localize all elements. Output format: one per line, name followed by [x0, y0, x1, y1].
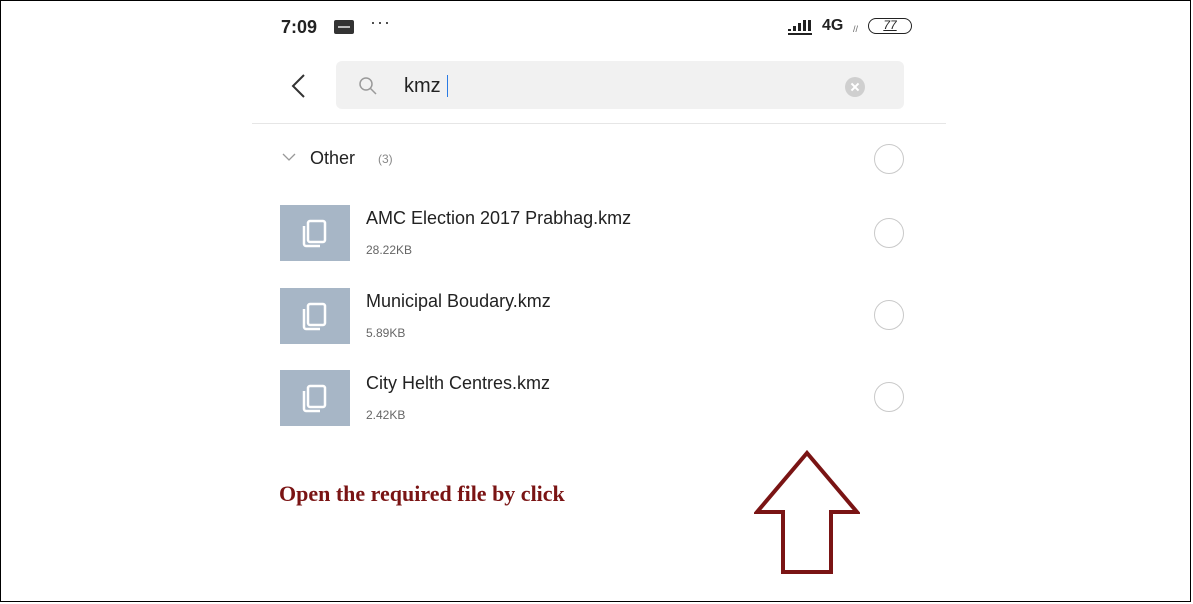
network-activity-indicator: //: [853, 24, 859, 34]
instruction-text: Open the required file by click: [279, 481, 565, 506]
file-size: 28.22KB: [366, 243, 413, 257]
battery-indicator: 77: [868, 18, 912, 34]
status-time: 7:09: [281, 17, 318, 37]
sim-card-icon: [334, 20, 354, 34]
file-row[interactable]: Municipal Boudary.kmz 5.89KB: [252, 288, 946, 358]
search-input[interactable]: [404, 73, 784, 99]
file-name: City Helth Centres.kmz: [366, 373, 551, 393]
file-row[interactable]: AMC Election 2017 Prabhag.kmz 28.22KB: [252, 205, 946, 275]
file-name: Municipal Boudary.kmz: [366, 291, 551, 311]
search-bar[interactable]: [336, 61, 904, 109]
file-size: 5.89KB: [366, 326, 406, 340]
file-size: 2.42KB: [366, 408, 406, 422]
document-icon: [302, 384, 327, 413]
document-icon: [302, 302, 327, 331]
chevron-down-icon[interactable]: [282, 152, 296, 162]
file-select-radio[interactable]: [874, 382, 904, 412]
document-icon: [302, 219, 327, 248]
section-title: Other: [310, 148, 356, 168]
file-select-radio[interactable]: [874, 300, 904, 330]
up-arrow-icon: [754, 450, 860, 574]
notification-more-icon: ···: [370, 12, 391, 32]
select-all-radio[interactable]: [874, 144, 904, 174]
section-count: (3): [378, 152, 393, 166]
file-thumbnail: [280, 288, 350, 344]
network-type: 4G: [822, 17, 844, 34]
file-row[interactable]: City Helth Centres.kmz 2.42KB: [252, 370, 946, 440]
header-divider: [252, 123, 946, 124]
back-button[interactable]: [288, 72, 312, 100]
file-select-radio[interactable]: [874, 218, 904, 248]
search-icon: [359, 77, 377, 95]
text-cursor: [447, 75, 448, 97]
file-thumbnail: [280, 370, 350, 426]
file-thumbnail: [280, 205, 350, 261]
signal-strength-icon: [788, 20, 812, 35]
clear-search-button[interactable]: [845, 77, 865, 97]
file-name: AMC Election 2017 Prabhag.kmz: [366, 208, 632, 228]
